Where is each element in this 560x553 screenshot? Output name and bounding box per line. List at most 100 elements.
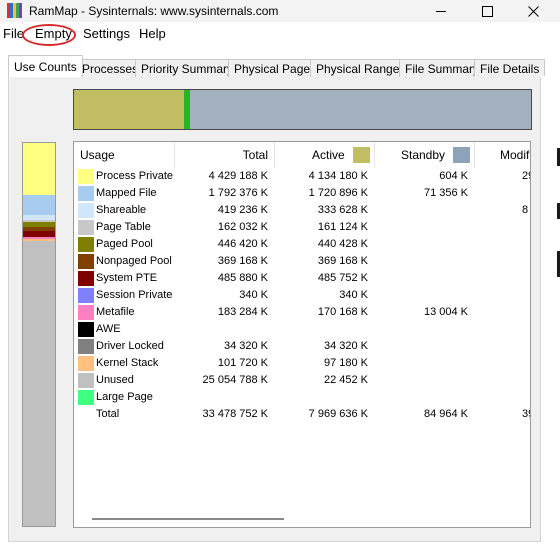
row-total: 419 236 K [217,204,268,216]
row-usage: System PTE [96,272,158,284]
table-row[interactable]: Total 33 478 752 K 7 969 636 K 84 964 K 39 [74,406,530,423]
tab-use-counts[interactable]: Use Counts [8,55,83,77]
active-color-swatch [353,147,370,163]
tab-physical-ranges[interactable]: Physical Ranges [310,59,412,77]
annotation-circle [22,24,76,46]
row-usage: Metafile [96,306,135,318]
usage-vertical-bar [22,142,56,527]
color-swatch [78,186,94,201]
row-usage: Mapped File [96,187,157,199]
table-row[interactable]: Page Table 162 032 K 161 124 K [74,219,530,236]
table-row[interactable]: Metafile 183 284 K 170 168 K 13 004 K [74,304,530,321]
row-active: 170 168 K [317,306,368,318]
table-row[interactable]: Mapped File 1 792 376 K 1 720 896 K 71 356 … [74,185,530,202]
hbar-active-segment [74,90,184,129]
color-swatch [78,237,94,252]
maximize-button[interactable] [464,0,510,22]
column-usage[interactable]: Usage [74,142,175,168]
color-swatch [78,322,94,337]
table-row[interactable]: Paged Pool 446 420 K 440 428 K [74,236,530,253]
row-standby: 604 K [439,170,468,182]
row-usage: Nonpaged Pool [96,255,172,267]
menu-file[interactable]: File [3,26,24,41]
minimize-button[interactable] [418,0,464,22]
row-active: 97 180 K [323,357,368,369]
row-active: 485 752 K [317,272,368,284]
row-active: 1 720 896 K [308,187,368,199]
tab-file-details[interactable]: File Details [474,59,546,77]
column-active[interactable]: Active [275,142,375,168]
row-active: 440 428 K [317,238,368,250]
menu-help[interactable]: Help [139,26,166,41]
table-row[interactable]: Driver Locked 34 320 K 34 320 K [74,338,530,355]
row-total: 162 032 K [217,221,268,233]
use-counts-list[interactable]: Usage Total Active Standby Modifie Proce… [73,141,531,528]
row-total: 340 K [239,289,268,301]
row-modified: 29 [522,170,530,182]
table-row[interactable]: Nonpaged Pool 369 168 K 369 168 K [74,253,530,270]
row-total: 34 320 K [223,340,268,352]
tab-physical-pages[interactable]: Physical Pages [228,59,323,77]
row-usage: Kernel Stack [96,357,159,369]
color-swatch [78,288,94,303]
table-row[interactable]: Shareable 419 236 K 333 628 K 8 [74,202,530,219]
row-active: 7 969 636 K [308,408,368,420]
table-row[interactable]: Kernel Stack 101 720 K 97 180 K [74,355,530,372]
color-swatch [78,254,94,269]
window-title: RamMap - Sysinternals: www.sysinternals.… [29,4,279,18]
rammap-app-icon [7,3,22,18]
table-row[interactable]: Process Private 4 429 188 K 4 134 180 K 604… [74,168,530,185]
horizontal-scrollbar[interactable] [92,518,284,520]
row-usage: Large Page [96,391,153,403]
color-swatch [78,169,94,184]
tab-priority-summary[interactable]: Priority Summary [135,59,240,77]
table-row[interactable]: Unused 25 054 788 K 22 452 K [74,372,530,389]
row-modified: 39 [522,408,530,420]
column-total[interactable]: Total [175,142,275,168]
row-usage: AWE [96,323,121,335]
tab-file-summary[interactable]: File Summary [399,59,486,77]
color-swatch [78,373,94,388]
row-usage: Paged Pool [96,238,153,250]
row-total: 101 720 K [217,357,268,369]
close-icon [527,5,539,17]
list-header: Usage Total Active Standby Modifie [74,142,530,168]
standby-color-swatch [453,147,470,163]
menu-bar: File Empty Settings Help [0,22,560,45]
color-swatch [78,271,94,286]
row-standby: 71 356 K [423,187,468,199]
row-total: 485 880 K [217,272,268,284]
table-row[interactable]: Large Page [74,389,530,406]
row-total: 4 429 188 K [208,170,268,182]
color-swatch [78,356,94,371]
row-active: 22 452 K [323,374,368,386]
column-modified[interactable]: Modifie [475,142,530,168]
row-active: 161 124 K [317,221,368,233]
title-bar: RamMap - Sysinternals: www.sysinternals.… [0,0,560,22]
vbar-mapped-file [23,195,55,215]
table-row[interactable]: System PTE 485 880 K 485 752 K [74,270,530,287]
table-row[interactable]: Session Private 340 K 340 K [74,287,530,304]
row-usage: Unused [96,374,134,386]
table-row[interactable]: AWE [74,321,530,338]
icon-stripe [19,3,22,18]
tab-processes[interactable]: Processes [76,59,145,77]
row-total: 183 284 K [217,306,268,318]
usage-horizontal-bar [73,89,532,130]
row-total: 369 168 K [217,255,268,267]
row-usage: Process Private [96,170,174,182]
close-button[interactable] [510,0,556,22]
vbar-kernel-stack [23,239,55,241]
row-active: 333 628 K [317,204,368,216]
menu-settings[interactable]: Settings [83,26,130,41]
row-active: 4 134 180 K [308,170,368,182]
hbar-green-segment [184,90,190,129]
column-standby[interactable]: Standby [375,142,475,168]
color-swatch [78,220,94,235]
row-standby: 84 964 K [423,408,468,420]
row-usage: Page Table [96,221,151,233]
row-usage: Session Private [96,289,173,301]
row-modified: 8 [522,204,529,216]
row-standby: 13 004 K [423,306,468,318]
color-swatch [78,203,94,218]
